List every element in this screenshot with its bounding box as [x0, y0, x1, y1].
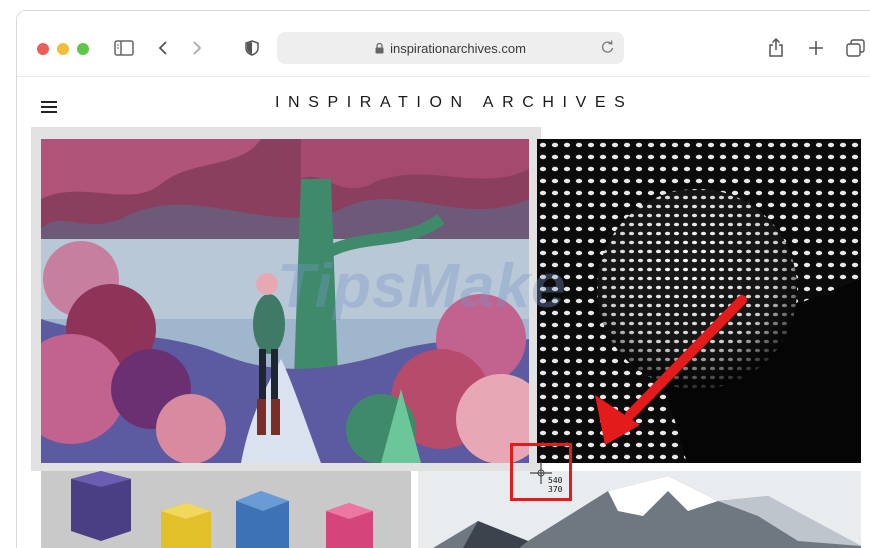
- pointer-y: 370: [548, 485, 563, 494]
- red-arrow-annotation: [595, 295, 747, 445]
- pointer-coordinates: 540 370: [548, 476, 562, 494]
- pointer-x: 540: [548, 476, 563, 485]
